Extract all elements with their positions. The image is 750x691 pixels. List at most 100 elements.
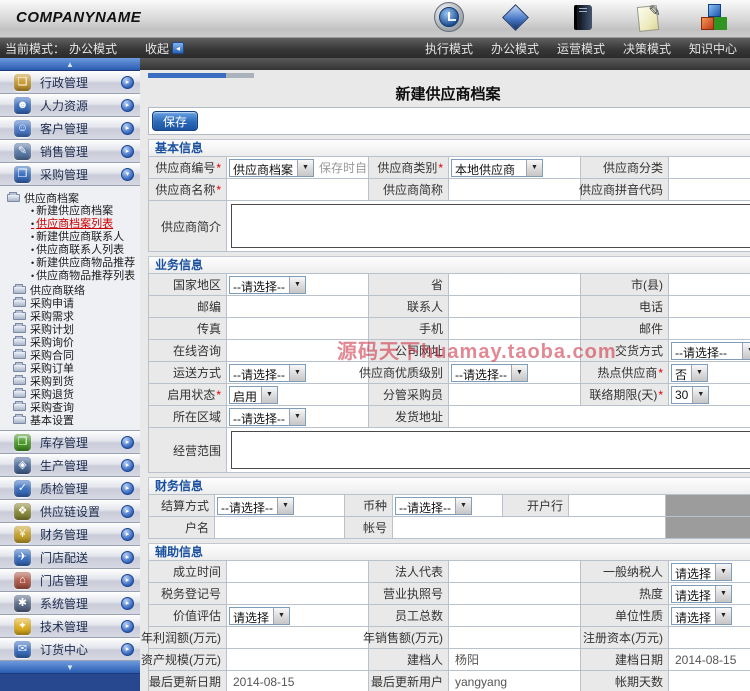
select-dropdown[interactable]: --请选择--▼ [395,497,472,515]
sidebar-scroll-down[interactable]: ▼ [0,661,140,674]
sidebar-scroll-up[interactable]: ▲ [0,58,140,71]
text-input[interactable] [451,298,578,316]
sidebar-item-客户管理[interactable]: ☺客户管理▸ [0,117,140,140]
select-dropdown[interactable]: 本地供应商▼ [451,159,543,177]
field-label: 发货地址 [369,406,449,428]
sidebar-item-财务管理[interactable]: ¥财务管理▸ [0,523,140,546]
form-table: 成立时间法人代表一般纳税人请选择▼税务登记号营业执照号热度请选择▼价值评估请选择… [148,560,750,691]
field-label: 注册资本(万元) [581,627,669,649]
select-dropdown[interactable]: 30▼ [671,386,709,404]
sidebar-item-门店配送[interactable]: ✈门店配送▸ [0,546,140,569]
sidebar-item-行政管理[interactable]: ❏行政管理▸ [0,71,140,94]
sidebar-item-供应链设置[interactable]: ❖供应链设置▸ [0,500,140,523]
sidebar-item-人力资源[interactable]: ☻人力资源▸ [0,94,140,117]
field-cell [449,340,581,362]
text-input[interactable] [451,342,578,360]
sidebar-item-技术管理[interactable]: ✦技术管理▸ [0,615,140,638]
select-dropdown[interactable]: 否▼ [671,364,708,382]
sidebar-item-质检管理[interactable]: ✓质检管理▸ [0,477,140,500]
text-input[interactable] [451,607,578,625]
select-dropdown[interactable]: --请选择--▼ [229,364,306,382]
submenu-folder-基本设置[interactable]: 基本设置 [7,413,140,426]
mode-tab[interactable]: 办公模式 [482,40,548,57]
sidebar-item-采购管理[interactable]: ❐采购管理▾ [0,163,140,186]
text-input[interactable] [451,408,750,426]
submenu-group-supplier-archive[interactable]: 供应商档案 [7,190,140,205]
text-input[interactable] [671,181,750,199]
sidebar-item-订货中心[interactable]: ✉订货中心▸ [0,638,140,661]
select-dropdown[interactable]: --请选择--▼ [229,408,306,426]
text-input[interactable] [217,519,342,537]
text-input[interactable] [451,563,578,581]
select-dropdown[interactable]: --请选择--▼ [229,276,306,294]
text-input[interactable] [671,298,750,316]
sidebar-item-库存管理[interactable]: ❒库存管理▸ [0,431,140,454]
text-input[interactable] [451,629,578,647]
text-input[interactable] [229,320,366,338]
select-value: 请选择 [230,608,273,624]
text-input[interactable] [451,181,578,199]
text-input[interactable] [229,629,366,647]
select-dropdown[interactable]: 请选择▼ [229,607,290,625]
select-dropdown[interactable]: --请选择--▼ [451,364,528,382]
submenu-link[interactable]: •新建供应商联系人 [7,231,140,244]
folder-open-icon [7,194,20,202]
select-dropdown[interactable]: --请选择--▼ [217,497,294,515]
mode-tab[interactable]: 运营模式 [548,40,614,57]
text-input[interactable] [229,181,366,199]
select-dropdown[interactable]: 请选择▼ [671,563,732,581]
form-section: 财务信息结算方式--请选择--▼币种--请选择--▼开户行户名帐号 [148,477,750,539]
field-label-text: 员工总数 [395,607,443,624]
text-input[interactable] [671,159,750,177]
text-input[interactable] [671,629,750,647]
field-label: 公司网址 [369,340,449,362]
select-dropdown[interactable]: 启用▼ [229,386,278,404]
field-label-text: 手机 [419,320,443,337]
clock-icon[interactable] [434,2,464,32]
sidebar-item-门店管理[interactable]: ⌂门店管理▸ [0,569,140,592]
notepad-icon[interactable] [632,2,662,32]
text-input[interactable] [571,497,663,515]
top-header: COMPANYNAME [0,0,750,38]
select-dropdown[interactable]: 供应商档案▼ [229,159,314,177]
mode-tab[interactable]: 决策模式 [614,40,680,57]
collapse-sidebar-button[interactable]: 收起 ◂ [145,40,184,57]
text-input[interactable] [671,320,750,338]
cubes-icon[interactable] [698,2,728,32]
sidebar-item-系统管理[interactable]: ✱系统管理▸ [0,592,140,615]
diamond-icon[interactable] [500,2,530,32]
sidebar-item-销售管理[interactable]: ✎销售管理▸ [0,140,140,163]
book-icon[interactable] [566,2,596,32]
save-button[interactable]: 保存 [152,111,198,131]
textarea-input[interactable] [231,431,750,469]
textarea-input[interactable] [231,204,750,248]
text-input[interactable] [451,320,578,338]
select-dropdown[interactable]: 请选择▼ [671,585,732,603]
inactive-tab-bar[interactable] [226,73,254,78]
text-input[interactable] [229,585,366,603]
text-input[interactable] [229,651,366,669]
mode-tab[interactable]: 执行模式 [416,40,482,57]
field-label-text: 供应商分类 [603,159,663,176]
sidebar-item-生产管理[interactable]: ◈生产管理▸ [0,454,140,477]
text-input[interactable] [451,585,578,603]
text-input[interactable] [229,342,366,360]
text-input[interactable] [229,298,366,316]
mode-tab[interactable]: 知识中心 [680,40,746,57]
text-input[interactable] [451,386,578,404]
text-input[interactable] [671,673,750,691]
submenu-link[interactable]: •新建供应商物品推荐 [7,257,140,270]
text-input[interactable] [395,519,663,537]
select-dropdown[interactable]: --请选择--▼ [671,342,750,360]
active-tab-bar[interactable] [148,73,226,78]
select-dropdown[interactable]: 请选择▼ [671,607,732,625]
submenu-link[interactable]: •新建供应商档案 [7,205,140,218]
text-input[interactable] [671,276,750,294]
field-cell: 本地供应商▼ [449,157,581,179]
folder-icon [13,364,26,372]
submenu-link[interactable]: •供应商联系人列表 [7,244,140,257]
text-input[interactable] [229,563,366,581]
text-input[interactable] [451,276,578,294]
submenu-link-active[interactable]: •供应商档案列表 [7,218,140,231]
chevron-right-icon: ▸ [121,482,134,495]
